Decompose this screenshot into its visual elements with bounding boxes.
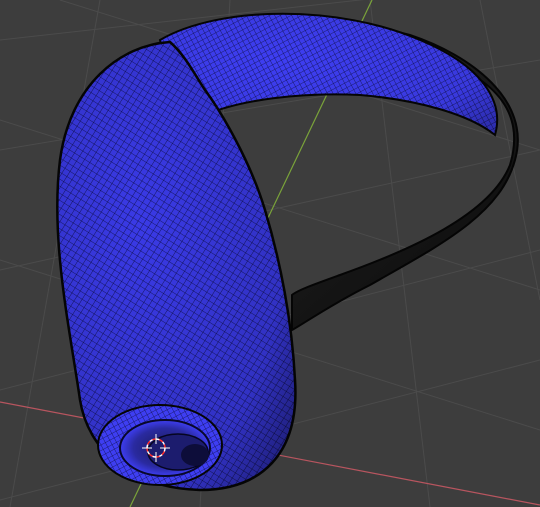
curved-horn-tube-mesh[interactable]: [56, 12, 519, 492]
3d-viewport[interactable]: [0, 0, 540, 507]
viewport-scene[interactable]: [0, 0, 540, 507]
